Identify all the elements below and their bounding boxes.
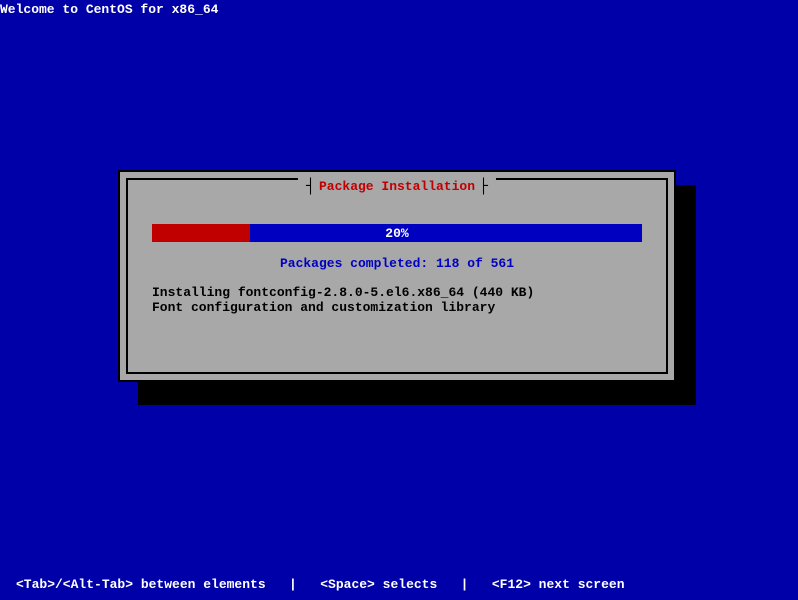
progress-text: 20% [385,226,408,241]
installing-line: Installing fontconfig-2.8.0-5.el6.x86_64… [152,285,534,300]
packages-completed: Packages completed: 118 of 561 [128,256,666,271]
description-line: Font configuration and customization lib… [152,300,495,315]
title-bracket-left: ┤ [306,178,315,195]
title-bracket-right: ├ [479,178,488,195]
footer-help: <Tab>/<Alt-Tab> between elements | <Spac… [16,577,625,592]
header-welcome: Welcome to CentOS for x86_64 [0,0,218,19]
package-installation-dialog: ┤ Package Installation ├ 20% Packages co… [118,170,676,382]
progress-fill [152,224,250,242]
dialog-title: Package Installation [319,179,475,194]
dialog-title-wrap: ┤ Package Installation ├ [298,178,496,195]
dialog-inner-border: ┤ Package Installation ├ 20% Packages co… [126,178,668,374]
progress-bar: 20% [152,224,642,242]
